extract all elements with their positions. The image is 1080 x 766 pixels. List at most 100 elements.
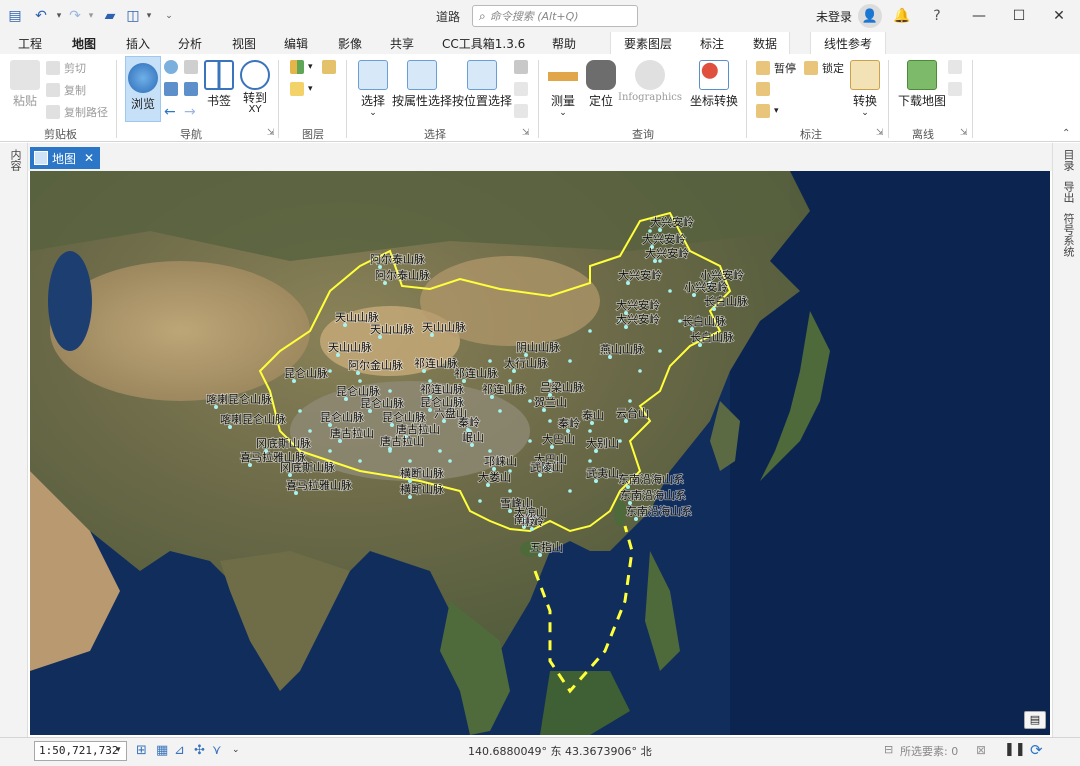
snapping-icon[interactable]: ⊞ <box>136 743 147 758</box>
remove-offline-button[interactable] <box>948 82 966 96</box>
coords-dropdown-icon[interactable]: ⌄ <box>646 745 654 755</box>
tab-insert[interactable]: 插入 <box>126 35 150 52</box>
open-folder-icon[interactable]: ▰ <box>100 7 120 25</box>
zoom-to-selection-button[interactable] <box>514 104 532 118</box>
locate-button[interactable]: 定位 <box>586 60 616 109</box>
explore-button[interactable]: 浏览 <box>125 56 161 122</box>
mountain-label: 横断山脉 <box>400 482 444 496</box>
previous-extent-button[interactable]: ← <box>164 104 176 120</box>
tab-project[interactable]: 工程 <box>18 35 42 52</box>
redo-icon[interactable]: ↷ <box>66 7 84 25</box>
tab-imagery[interactable]: 影像 <box>338 35 362 52</box>
inquiry-group-label: 查询 <box>632 128 654 141</box>
fixed-zoom-out-button[interactable] <box>184 82 202 96</box>
maximize-icon[interactable]: ☐ <box>1004 4 1034 28</box>
add-data-button[interactable]: ▾ <box>290 82 313 96</box>
zoom-layer-button[interactable] <box>184 60 202 74</box>
refresh-table-icon[interactable]: ⊠ <box>976 743 986 757</box>
convert-coordinates-button[interactable]: 坐标转换 <box>690 60 738 109</box>
avatar-icon[interactable]: 👤 <box>858 4 882 28</box>
contents-pane-tab[interactable]: 内容 <box>7 149 23 171</box>
symbology-pane-tab[interactable]: 符号系统 <box>1060 213 1076 257</box>
add-preset-button[interactable] <box>322 60 340 74</box>
project-icon[interactable]: ▤ <box>6 7 24 25</box>
basemap-button[interactable]: ▾ <box>290 60 313 74</box>
next-extent-button[interactable]: → <box>184 104 196 120</box>
copy-path-button[interactable]: 复制路径 <box>46 104 108 120</box>
navigate-launcher-icon[interactable]: ⇲ <box>267 128 275 138</box>
selection-launcher-icon[interactable]: ⇲ <box>522 128 530 138</box>
select-by-attributes-button[interactable]: 按属性选择 <box>392 60 452 109</box>
map-tips-icon[interactable]: ▤ <box>1024 711 1046 729</box>
mountain-label: 五指山 <box>530 540 563 554</box>
pitch-icon[interactable]: ⋎ <box>212 743 222 758</box>
tab-feature-layer[interactable]: 要素图层 <box>624 35 672 52</box>
constraints-icon[interactable]: ⊿ <box>174 743 185 758</box>
full-extent-button[interactable] <box>164 60 182 74</box>
attributes-button[interactable] <box>514 60 532 74</box>
paste-button[interactable]: 粘贴 <box>10 60 40 109</box>
measure-button[interactable]: 测量 ⌄ <box>548 60 578 118</box>
lock-labeling-button[interactable]: 锁定 <box>804 60 844 76</box>
tab-data[interactable]: 数据 <box>753 35 777 52</box>
copy-icon <box>46 83 60 97</box>
convert-labels-button[interactable]: 转换 ⌄ <box>850 60 880 118</box>
map-view-tab[interactable]: 地图 ✕ <box>30 147 100 169</box>
scale-dropdown-icon[interactable]: ▾ <box>116 745 121 755</box>
login-status[interactable]: 未登录 <box>816 8 852 25</box>
mountain-label: 秦岭 <box>558 416 580 430</box>
copy-button[interactable]: 复制 <box>46 82 86 98</box>
command-search-input[interactable]: ⌕ 命令搜索 (Alt+Q) <box>472 5 638 27</box>
tab-analysis[interactable]: 分析 <box>178 35 202 52</box>
download-map-button[interactable]: 下载地图 <box>898 60 946 109</box>
select-button[interactable]: 选择 ⌄ <box>358 60 388 118</box>
notification-bell-icon[interactable]: 🔔 <box>892 7 912 25</box>
redo-dropdown-icon[interactable]: ▾ <box>86 7 96 25</box>
pause-labeling-button[interactable]: 暂停 <box>756 60 796 76</box>
catalog-pane-tab[interactable]: 目录 <box>1060 149 1076 171</box>
customize-toolbar-icon[interactable]: ⌄ <box>162 7 176 25</box>
tab-cc-toolbox[interactable]: CC工具箱1.3.6 <box>442 35 525 52</box>
label-options-button[interactable]: ▾ <box>756 104 779 118</box>
tab-share[interactable]: 共享 <box>390 35 414 52</box>
undo-dropdown-icon[interactable]: ▾ <box>54 7 64 25</box>
tab-view[interactable]: 视图 <box>232 35 256 52</box>
minimize-icon[interactable]: — <box>964 4 994 28</box>
infographics-button[interactable]: Infographics <box>618 60 682 103</box>
fixed-zoom-in-button[interactable] <box>164 82 182 96</box>
clear-selection-button[interactable] <box>514 82 532 96</box>
offline-launcher-icon[interactable]: ⇲ <box>960 128 968 138</box>
bookmarks-button[interactable]: 书签 <box>204 60 234 109</box>
status-dropdown-icon[interactable]: ⌄ <box>232 745 240 755</box>
labeling-launcher-icon[interactable]: ⇲ <box>876 128 884 138</box>
help-icon[interactable]: ? <box>928 7 946 25</box>
tab-labeling[interactable]: 标注 <box>700 35 724 52</box>
mountain-label: 天山山脉 <box>422 320 466 334</box>
undo-icon[interactable]: ↶ <box>30 7 52 25</box>
correction-icon[interactable]: ✣ <box>194 743 205 758</box>
save-layout-icon[interactable]: ◫ <box>124 7 142 25</box>
collapse-ribbon-icon[interactable]: ⌃ <box>1062 128 1070 139</box>
pause-drawing-icon[interactable]: ❚❚ <box>1004 742 1026 757</box>
divider <box>346 60 347 138</box>
close-window-icon[interactable]: ✕ <box>1044 4 1074 28</box>
tab-linear-referencing[interactable]: 线性参考 <box>824 35 872 52</box>
close-tab-icon[interactable]: ✕ <box>84 151 94 165</box>
scale-selector[interactable]: 1:50,721,732 <box>34 741 127 761</box>
cut-button[interactable]: 剪切 <box>46 60 86 76</box>
unplaced-labels-button[interactable] <box>756 82 774 96</box>
mountain-point <box>628 399 632 403</box>
map-view[interactable]: 阿尔泰山脉 阿尔泰山脉 大兴安岭 大兴安岭 大兴安岭 大兴安岭 小兴安岭 小兴安岭 大兴安岭 大兴… <box>30 171 1050 735</box>
select-by-location-button[interactable]: 按位置选择 <box>452 60 512 109</box>
tab-edit[interactable]: 编辑 <box>284 35 308 52</box>
selection-group-label: 选择 <box>424 128 446 141</box>
save-dropdown-icon[interactable]: ▾ <box>144 7 154 25</box>
goto-xy-button[interactable]: 转到 XY <box>240 60 270 116</box>
tab-map[interactable]: 地图 <box>72 35 97 56</box>
grid-icon[interactable]: ▦ <box>156 743 168 758</box>
map-canvas: 阿尔泰山脉阿尔泰山脉大兴安岭大兴安岭大兴安岭大兴安岭 小兴安岭小兴安岭大兴安岭大兴… <box>30 171 1050 735</box>
tab-help[interactable]: 帮助 <box>552 35 576 52</box>
export-pane-tab[interactable]: 导出 <box>1060 181 1076 203</box>
refresh-map-icon[interactable]: ⟳ <box>1030 741 1043 759</box>
sync-button[interactable] <box>948 60 966 74</box>
